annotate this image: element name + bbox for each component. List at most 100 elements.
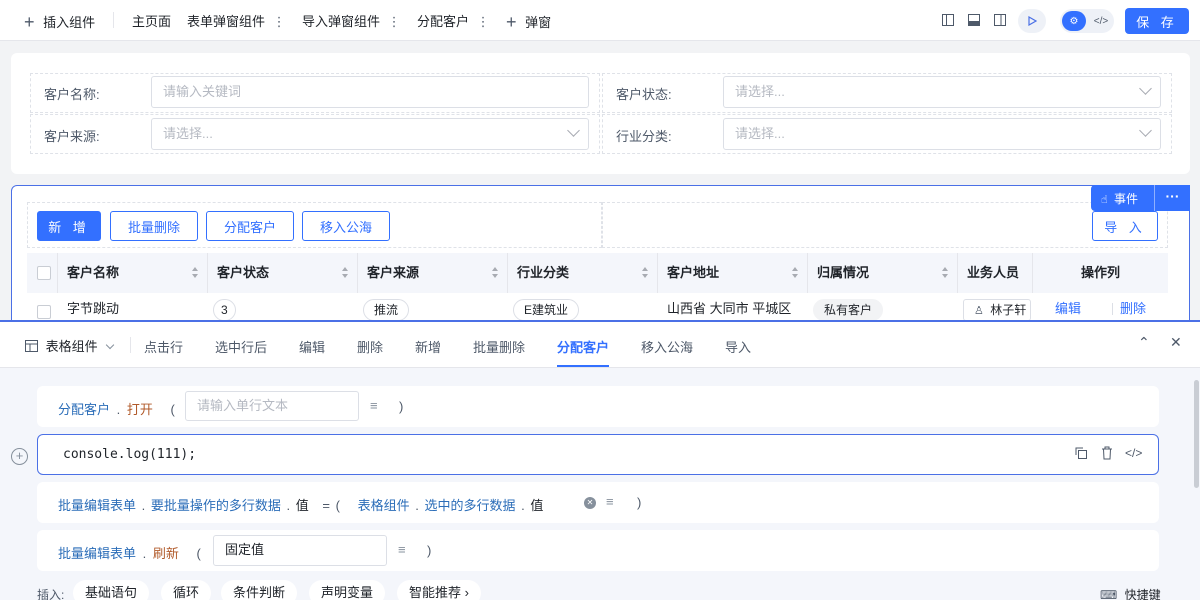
sort-icon[interactable]	[492, 267, 499, 279]
chevron-down-icon	[106, 340, 115, 350]
tab-assign-customer[interactable]: 分配客户	[557, 337, 609, 356]
trash-icon[interactable]	[1101, 446, 1113, 463]
insert-basic-statement[interactable]: 基础语句	[73, 580, 150, 600]
plus-icon: +	[24, 12, 35, 32]
more-vertical-icon[interactable]: ⋮	[477, 14, 490, 29]
fixed-value-input[interactable]: 固定值	[213, 535, 387, 566]
layout-right-icon[interactable]	[989, 9, 1011, 31]
action-expression: 分配客户 . 打开 (	[58, 402, 175, 417]
insert-label: 插入:	[37, 588, 65, 600]
tab-form-dialog[interactable]: 表单弹窗组件 ⋮	[187, 11, 286, 30]
select-all-header	[27, 253, 58, 293]
code-mode-icon[interactable]: </>	[1090, 11, 1112, 31]
filter-panel: 客户名称: 请输入关键词 客户状态: 请选择... 客户来源: 请选择... 行…	[11, 53, 1190, 174]
tab-delete[interactable]: 删除	[357, 337, 383, 356]
insert-smart-recommend[interactable]: 智能推荐 ›	[397, 580, 481, 600]
paren-close: )	[427, 543, 432, 558]
layout-bottom-icon[interactable]	[963, 9, 985, 31]
tab-import-dialog[interactable]: 导入弹窗组件 ⋮	[302, 11, 401, 30]
import-button[interactable]: 导 入	[1092, 211, 1158, 241]
customer-status-select[interactable]: 请选择...	[723, 76, 1161, 108]
divider	[130, 337, 131, 353]
column-header[interactable]: 客户来源	[358, 253, 508, 293]
sort-icon[interactable]	[642, 267, 649, 279]
tab-main-page[interactable]: 主页面	[132, 11, 171, 30]
param-text-input[interactable]: 请输入单行文本	[185, 391, 359, 421]
top-toolbar: + 插入组件 主页面 表单弹窗组件 ⋮ 导入弹窗组件 ⋮ 分配客户 ⋮ + 弹窗…	[0, 0, 1200, 41]
insert-loop[interactable]: 循环	[161, 580, 212, 600]
save-button[interactable]: 保 存	[1125, 8, 1189, 34]
sort-icon[interactable]	[192, 267, 199, 279]
select-all-checkbox[interactable]	[37, 266, 51, 280]
mode-toggle[interactable]: ⚙ </>	[1060, 9, 1114, 33]
more-vertical-icon[interactable]: ⋮	[273, 14, 286, 29]
more-vertical-icon[interactable]: ⋮	[388, 14, 401, 29]
user-icon: ♙	[974, 305, 984, 317]
tab-row-click[interactable]: 点击行	[144, 337, 183, 356]
sort-icon[interactable]	[342, 267, 349, 279]
collapse-icon[interactable]: ⌃	[1138, 334, 1150, 351]
action-row-open[interactable]: 分配客户 . 打开 ( 请输入单行文本 ≡ )	[37, 386, 1159, 427]
column-header[interactable]: 客户状态	[208, 253, 358, 293]
insert-component-button[interactable]: + 插入组件	[24, 11, 95, 32]
wrap-icon[interactable]: ≡	[398, 542, 406, 557]
action-area	[602, 202, 1168, 248]
add-popup-button[interactable]: + 弹窗	[506, 11, 551, 32]
paren-close: )	[637, 495, 642, 510]
clear-icon[interactable]: ✕	[584, 497, 596, 509]
column-header[interactable]: 归属情况	[808, 253, 958, 293]
event-button[interactable]: ☝ 事件	[1101, 190, 1138, 207]
tab-edit[interactable]: 编辑	[299, 337, 325, 356]
move-public-button[interactable]: 移入公海	[302, 211, 390, 241]
customer-name-label: 客户名称:	[44, 87, 100, 102]
sort-icon[interactable]	[942, 267, 949, 279]
salesperson-chip: ♙ 林子轩	[963, 299, 1032, 321]
action-row-assign[interactable]: 批量编辑表单 . 要批量操作的多行数据 . 值 = ( 表格组件 . 选中的多行…	[37, 482, 1159, 523]
divider	[1112, 303, 1113, 315]
active-tab-indicator	[557, 365, 609, 367]
industry-select[interactable]: 请选择...	[723, 118, 1161, 150]
column-header: 操作列	[1033, 253, 1168, 293]
settings-mode-icon[interactable]: ⚙	[1062, 11, 1086, 31]
tab-add[interactable]: 新增	[415, 337, 441, 356]
action-row-code[interactable]: console.log(111); </>	[37, 434, 1159, 475]
event-bar: ☝ 事件 ···	[1091, 185, 1190, 211]
tab-assign-customer[interactable]: 分配客户 ⋮	[417, 11, 490, 30]
scrollbar[interactable]	[1194, 380, 1199, 488]
customer-name-input[interactable]: 请输入关键词	[151, 76, 589, 108]
event-tabs-bar: 表格组件 点击行 选中行后 编辑 删除 新增 批量删除 分配客户 移入公海 导入…	[0, 322, 1200, 368]
tab-batch-delete[interactable]: 批量删除	[473, 337, 525, 356]
copy-icon[interactable]	[1075, 447, 1087, 462]
row-checkbox[interactable]	[37, 305, 51, 319]
code-toggle-icon[interactable]: </>	[1125, 446, 1142, 460]
table-icon	[25, 339, 42, 354]
tab-after-select[interactable]: 选中行后	[215, 337, 267, 356]
wrap-icon[interactable]: ≡	[606, 494, 614, 509]
batch-delete-button[interactable]: 批量删除	[110, 211, 198, 241]
code-line[interactable]: console.log(111);	[63, 447, 196, 462]
table-component[interactable]: 新 增 批量删除 分配客户 移入公海 导 入 客户名称 客户状态 客户来源 行业…	[11, 185, 1190, 325]
tab-move-public[interactable]: 移入公海	[641, 337, 693, 356]
column-header[interactable]: 业务人员	[958, 253, 1033, 293]
more-options-icon[interactable]: ···	[1155, 188, 1190, 204]
add-button[interactable]: 新 增	[37, 211, 101, 241]
industry-tag: E建筑业	[513, 299, 580, 321]
action-row-refresh[interactable]: 批量编辑表单 . 刷新 ( 固定值 ≡ )	[37, 530, 1159, 571]
tab-import[interactable]: 导入	[725, 337, 751, 356]
component-selector[interactable]: 表格组件	[25, 336, 115, 355]
assign-customer-button[interactable]: 分配客户	[206, 211, 294, 241]
insert-declare-variable[interactable]: 声明变量	[309, 580, 386, 600]
column-header[interactable]: 行业分类	[508, 253, 658, 293]
column-header[interactable]: 客户地址	[658, 253, 808, 293]
sort-icon[interactable]	[792, 267, 799, 279]
insert-condition[interactable]: 条件判断	[221, 580, 298, 600]
layout-left-icon[interactable]	[937, 9, 959, 31]
column-header[interactable]: 客户名称	[58, 253, 208, 293]
customer-source-select[interactable]: 请选择...	[151, 118, 589, 150]
shortcut-button[interactable]: ⌨ 快捷键	[1100, 586, 1161, 600]
preview-play-icon[interactable]	[1018, 9, 1046, 33]
add-row-icon[interactable]: +	[11, 448, 28, 465]
chevron-down-icon	[1139, 124, 1152, 137]
close-icon[interactable]: ✕	[1170, 334, 1182, 351]
wrap-icon[interactable]: ≡	[370, 398, 378, 413]
